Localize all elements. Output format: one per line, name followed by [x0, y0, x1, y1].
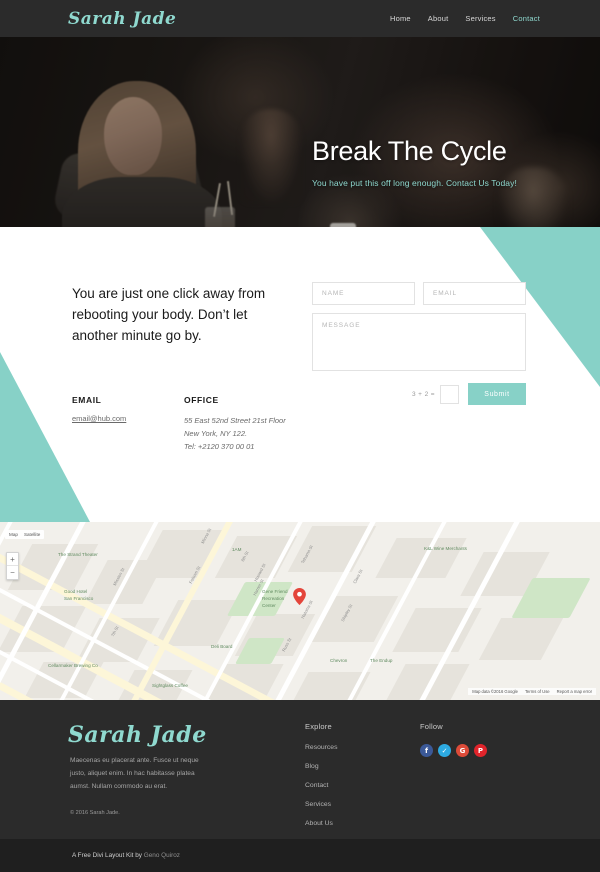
map-poi-label: Deli Board [211, 644, 233, 649]
contact-lead-text: You are just one click away from rebooti… [72, 286, 266, 343]
footer-logo[interactable]: Sarah Jade [68, 722, 207, 748]
captcha-question: 3 + 2 = [411, 390, 435, 398]
credit-author: Geno Quiroz [143, 852, 180, 859]
contact-office-line-3: Tel: +2120 370 00 01 [184, 442, 255, 452]
footer-link-about-us[interactable]: About Us [305, 820, 338, 827]
hero-subtitle: You have put this off long enough. Conta… [312, 177, 517, 188]
contact-office-line-1: 55 East 52nd Street 21st Floor [184, 416, 286, 425]
hero-section: Break The Cycle You have put this off lo… [0, 37, 600, 227]
map-attribution-data: Map data ©2016 Google [472, 689, 518, 694]
footer-explore-column: Explore Resources Blog Contact Services … [305, 722, 338, 839]
email-input[interactable]: EMAIL [423, 282, 526, 305]
map-tab-satellite[interactable]: Satellite [24, 532, 40, 537]
map-poi-label: Sightglass Coffee [152, 683, 188, 688]
footer-link-blog[interactable]: Blog [305, 763, 338, 770]
accent-wedge-left [0, 352, 90, 522]
contact-section: You are just one click away from rebooti… [0, 227, 600, 522]
map-attribution: Map data ©2016 Google Terms of Use Repor… [468, 688, 596, 695]
hero-overlay-scrim [0, 37, 600, 227]
hero-text-block: Break The Cycle You have put this off lo… [312, 136, 592, 188]
name-input[interactable]: NAME [312, 282, 415, 305]
contact-email-heading: EMAIL [72, 395, 102, 405]
map-section[interactable] [0, 522, 600, 700]
credit-prefix: A Free Divi Layout Kit by [72, 852, 144, 859]
contact-form-footer: 3 + 2 = Submit [312, 383, 526, 405]
site-header: Sarah Jade Home About Services Contact [0, 0, 600, 37]
map-poi-label: Chevron [330, 658, 348, 663]
contact-form: NAME EMAIL MESSAGE 3 + 2 = Submit [312, 282, 526, 405]
contact-email-link[interactable]: email@hub.com [72, 414, 126, 423]
footer-explore-heading: Explore [305, 722, 332, 731]
footer-copyright: © 2016 Sarah Jade. [70, 810, 120, 816]
footer-link-contact[interactable]: Contact [305, 782, 338, 789]
map-poi-label: The Strand Theater [58, 552, 98, 557]
map-poi-label: Gene Friend [262, 589, 288, 594]
footer-link-services[interactable]: Services [305, 801, 338, 808]
map-poi-label: 1AM [232, 547, 242, 552]
map-zoom-in-button[interactable]: + [7, 553, 18, 566]
footer-follow-heading: Follow [420, 722, 443, 731]
map-poi-label: Good Hotel [64, 589, 88, 594]
page-root: Sarah Jade Home About Services Contact B… [0, 0, 600, 872]
social-links: f ✓ G P [420, 744, 487, 757]
map-poi-label: The Endup [370, 658, 393, 663]
nav-item-about[interactable]: About [428, 14, 449, 23]
map-terms-link[interactable]: Terms of Use [525, 689, 550, 694]
contact-email-block: EMAIL email@hub.com [72, 395, 126, 423]
map-type-tabs[interactable]: Map Satellite [5, 530, 45, 539]
captcha-input[interactable] [440, 384, 459, 404]
map-location-pin[interactable] [293, 588, 306, 605]
contact-office-block: OFFICE 55 East 52nd Street 21st Floor Ne… [184, 395, 286, 453]
contact-form-row-top: NAME EMAIL [312, 282, 526, 305]
message-input[interactable]: MESSAGE [312, 313, 526, 371]
map-zoom-out-button[interactable]: − [7, 566, 18, 579]
footer-follow-column: Follow f ✓ G P [420, 722, 487, 757]
captcha: 3 + 2 = [411, 384, 459, 404]
credit-text: A Free Divi Layout Kit by Geno Quiroz [72, 852, 180, 859]
credit-bar: A Free Divi Layout Kit by Geno Quiroz [0, 839, 600, 872]
nav-item-home[interactable]: Home [390, 14, 411, 23]
nav-item-services[interactable]: Services [465, 14, 495, 23]
submit-button[interactable]: Submit [468, 383, 526, 405]
map-poi-label: San Francisco [64, 596, 94, 601]
facebook-icon[interactable]: f [420, 744, 433, 757]
site-footer: Sarah Jade Maecenas eu placerat ante. Fu… [0, 700, 600, 839]
google-plus-icon[interactable]: G [456, 744, 469, 757]
footer-link-resources[interactable]: Resources [305, 744, 338, 751]
nav-item-contact[interactable]: Contact [513, 14, 540, 23]
map-poi-label: Center [262, 603, 276, 608]
footer-about-text: Maecenas eu placerat ante. Fusce ut nequ… [70, 757, 199, 790]
map-canvas [0, 522, 600, 700]
map-zoom-controls[interactable]: + − [6, 552, 19, 580]
map-poi-label: Cellarmaker Brewing Co [48, 663, 98, 668]
map-poi-label: Recreation [262, 596, 285, 601]
map-tab-map[interactable]: Map [9, 532, 18, 537]
map-report-link[interactable]: Report a map error [557, 689, 592, 694]
contact-office-heading: OFFICE [184, 395, 219, 405]
pinterest-icon[interactable]: P [474, 744, 487, 757]
main-nav: Home About Services Contact [390, 14, 540, 23]
hero-title: Break The Cycle [312, 136, 507, 166]
site-logo[interactable]: Sarah Jade [68, 9, 176, 29]
twitter-icon[interactable]: ✓ [438, 744, 451, 757]
map-poi-label: K&L Wine Merchants [424, 546, 467, 551]
contact-office-line-2: New York, NY 122. [184, 429, 248, 439]
